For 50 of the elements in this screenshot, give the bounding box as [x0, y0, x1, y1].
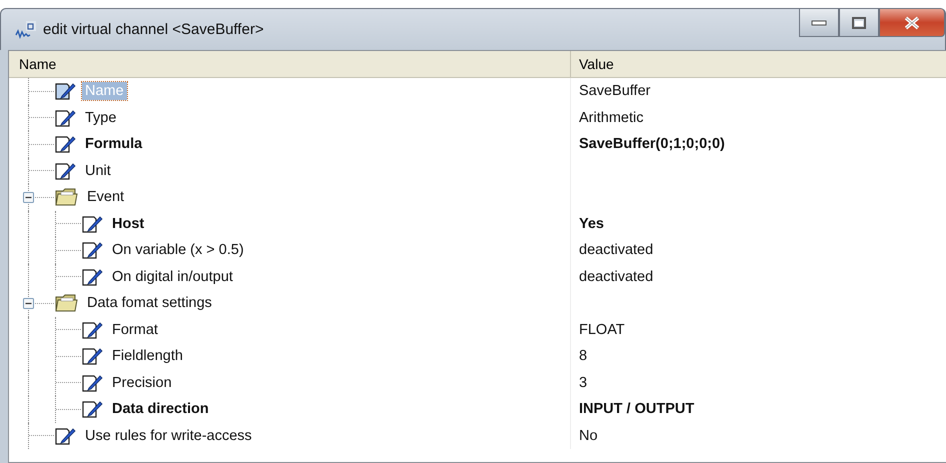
property-name[interactable]: Type — [82, 108, 120, 127]
property-value: FLOAT — [579, 322, 625, 338]
pencil-page-icon — [82, 241, 104, 260]
property-value: deactivated — [579, 268, 654, 285]
property-name[interactable]: Precision — [109, 374, 175, 392]
property-name[interactable]: Use rules for write-access — [82, 426, 255, 445]
pencil-page-icon — [82, 374, 104, 392]
folder-icon — [55, 187, 79, 208]
property-value: Arithmetic — [579, 110, 644, 126]
property-name[interactable]: Host — [109, 214, 148, 233]
maximize-icon — [852, 16, 866, 28]
pencil-page-icon — [55, 135, 77, 154]
property-value: INPUT / OUTPUT — [579, 401, 694, 418]
property-name[interactable]: Format — [109, 320, 161, 339]
column-header[interactable]: Name — [9, 51, 571, 77]
property-name[interactable]: On variable (x > 0.5) — [109, 241, 247, 260]
pencil-page-icon — [55, 82, 77, 100]
pencil-page-icon — [82, 347, 104, 366]
pencil-page-icon — [82, 268, 104, 286]
close-icon — [903, 16, 921, 30]
property-value: No — [579, 428, 598, 444]
property-name[interactable]: On digital in/output — [109, 268, 236, 286]
maximize-button[interactable] — [839, 9, 879, 37]
folder-icon — [55, 293, 79, 314]
window-title: edit virtual channel <SaveBuffer> — [43, 21, 264, 38]
property-name[interactable]: Data fomat settings — [84, 294, 215, 312]
property-name[interactable]: Event — [84, 188, 128, 206]
property-value: SaveBuffer — [579, 83, 650, 100]
property-name[interactable]: Formula — [82, 135, 146, 154]
collapse-toggle[interactable] — [23, 298, 34, 309]
property-name[interactable]: Fieldlength — [109, 347, 186, 366]
property-value: SaveBuffer(0;1;0;0;0) — [579, 136, 725, 152]
pencil-page-icon — [55, 162, 77, 180]
property-name[interactable]: Data direction — [109, 400, 212, 418]
pencil-page-icon — [55, 108, 77, 127]
property-value: Yes — [579, 216, 604, 232]
pencil-page-icon — [82, 400, 104, 418]
pencil-page-icon — [82, 214, 104, 233]
property-value: 3 — [579, 374, 588, 391]
property-value: deactivated — [579, 242, 654, 258]
app-icon — [15, 20, 37, 40]
close-button[interactable] — [879, 9, 945, 37]
column-header[interactable]: Value — [571, 56, 614, 72]
pencil-page-icon — [55, 426, 77, 445]
minimize-icon — [811, 18, 827, 26]
collapse-toggle[interactable] — [23, 192, 34, 203]
pencil-page-icon — [82, 320, 104, 339]
property-name[interactable]: Unit — [82, 162, 114, 180]
property-value: 8 — [579, 348, 588, 364]
minimize-button[interactable] — [799, 9, 839, 37]
